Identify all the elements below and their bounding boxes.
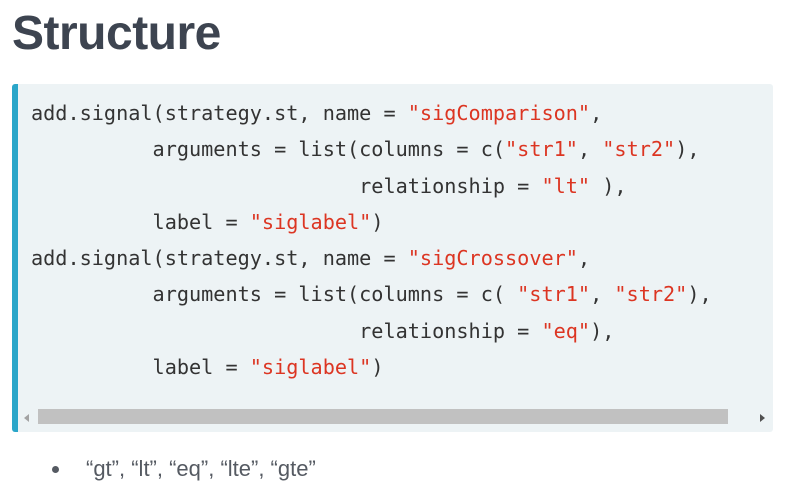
code-token: ) (371, 209, 384, 234)
code-token: relationship = (31, 318, 542, 343)
string-literal: "sigCrossover" (407, 246, 578, 271)
bullet-list: “gt”, “lt”, “eq”, “lte”, “gte” (48, 452, 316, 486)
code-block: add.signal(strategy.st, name = "sigCompa… (12, 84, 773, 432)
code-line: label = "siglabel") (31, 204, 712, 240)
code-content: add.signal(strategy.st, name = "sigCompa… (31, 95, 712, 385)
string-literal: "sigComparison" (407, 101, 591, 125)
code-token: ), (687, 282, 712, 307)
code-line: add.signal(strategy.st, name = "sigCompa… (31, 95, 712, 131)
page-title: Structure (12, 7, 221, 60)
code-token: arguments = list(columns = c( (31, 137, 506, 162)
code-line: arguments = list(columns = c("str1", "st… (31, 131, 712, 167)
code-token: , (590, 101, 603, 125)
horizontal-scrollbar[interactable] (18, 406, 773, 432)
code-token: label = (31, 355, 250, 380)
code-token: ) (371, 355, 384, 380)
string-literal: "lt" (541, 173, 591, 198)
left-arrow-icon[interactable] (24, 414, 29, 422)
code-line: relationship = "lt" ), (31, 168, 712, 204)
string-literal: "str2" (602, 137, 676, 162)
scrollbar-thumb[interactable] (38, 409, 728, 424)
string-literal: "siglabel" (249, 355, 372, 380)
bullet-dot-icon (52, 466, 59, 473)
code-line: add.signal(strategy.st, name = "sigCross… (31, 240, 712, 276)
code-token: ), (590, 173, 627, 198)
code-token: ), (675, 137, 700, 162)
code-line: arguments = list(columns = c( "str1", "s… (31, 276, 712, 312)
string-literal: "str2" (614, 282, 688, 307)
string-literal: "eq" (541, 318, 591, 343)
right-arrow-icon[interactable] (760, 414, 765, 422)
string-literal: "str1" (517, 282, 591, 307)
string-literal: "str1" (505, 137, 578, 162)
code-line: label = "siglabel") (31, 349, 712, 385)
code-token: relationship = (31, 173, 542, 198)
code-token: , (590, 282, 615, 307)
code-token: arguments = list(columns = c( (31, 282, 518, 307)
code-token: label = (31, 209, 250, 234)
code-token: ), (590, 318, 615, 343)
string-literal: "siglabel" (249, 209, 372, 234)
code-token: add.signal(strategy.st, name = (31, 246, 408, 271)
code-token: , (577, 137, 603, 162)
code-line: relationship = "eq"), (31, 313, 712, 349)
code-token: , (577, 246, 591, 271)
list-item-text: “gt”, “lt”, “eq”, “lte”, “gte” (86, 456, 316, 481)
list-item: “gt”, “lt”, “eq”, “lte”, “gte” (48, 452, 316, 486)
code-token: add.signal(strategy.st, name = (31, 101, 408, 125)
